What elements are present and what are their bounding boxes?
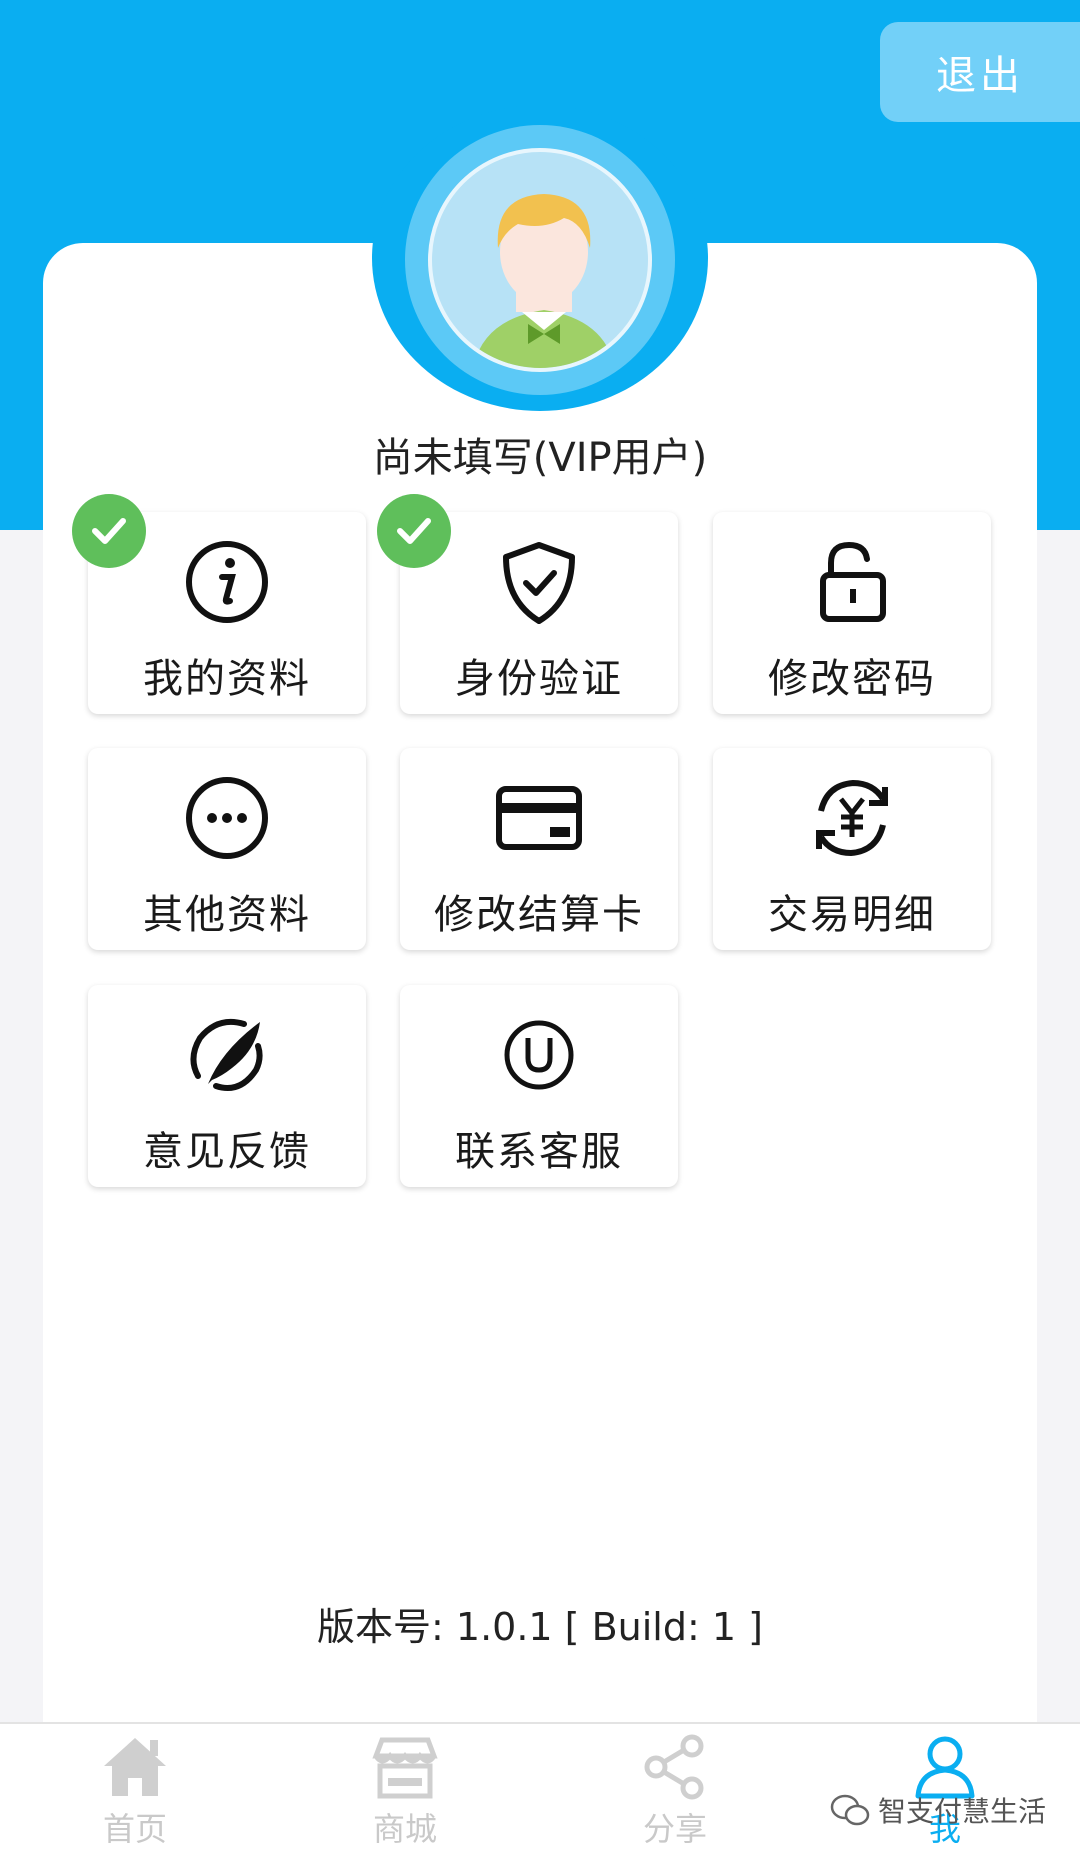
menu-label: 交易明细 (768, 892, 936, 938)
menu-tile-change-card[interactable]: 修改结算卡 (400, 748, 678, 950)
version-text: 版本号: 1.0.1 [ Build: 1 ] (317, 1605, 763, 1649)
menu-label: 联系客服 (455, 1129, 623, 1175)
shield-check-icon (503, 542, 575, 624)
avatar[interactable] (428, 148, 652, 372)
watermark-text: 智支付慧生活 (877, 1795, 1046, 1828)
logout-button[interactable]: 退出 (880, 22, 1080, 122)
menu-tile-customer-service[interactable]: 联系客服 (400, 985, 678, 1187)
card-icon (496, 786, 582, 850)
avatar-illustration-icon (473, 194, 615, 368)
tab-label: 分享 (642, 1810, 707, 1848)
menu-tile-change-password[interactable]: 修改密码 (713, 512, 991, 714)
menu-tile-other-info[interactable]: 其他资料 (88, 748, 366, 950)
menu-tile-transactions[interactable]: 交易明细 (713, 748, 991, 950)
verified-check-icon (377, 494, 451, 568)
home-icon (104, 1738, 166, 1796)
info-icon (186, 541, 268, 623)
menu-label: 修改结算卡 (434, 892, 644, 938)
menu-label: 意见反馈 (143, 1129, 311, 1175)
tab-home[interactable]: 首页 (0, 1724, 270, 1857)
avatar-container (372, 105, 708, 411)
wechat-icon (830, 1794, 870, 1826)
menu-label: 其他资料 (143, 892, 311, 938)
tab-label: 商城 (372, 1810, 437, 1848)
support-icon (504, 1020, 574, 1090)
store-icon (372, 1737, 438, 1799)
menu-label: 修改密码 (768, 656, 936, 702)
tab-store[interactable]: 商城 (270, 1724, 540, 1857)
unlock-icon (820, 541, 886, 622)
menu-label: 身份验证 (455, 656, 623, 702)
verified-check-icon (72, 494, 146, 568)
menu-tile-feedback[interactable]: 意见反馈 (88, 985, 366, 1187)
watermark: 智支付慧生活 (830, 1790, 1046, 1830)
tab-label: 首页 (102, 1810, 167, 1848)
username: 尚未填写(VIP用户) (372, 435, 708, 481)
share-icon (644, 1734, 704, 1800)
more-dots-icon (186, 777, 268, 859)
tab-share[interactable]: 分享 (540, 1724, 810, 1857)
yuan-exchange-icon (816, 779, 888, 857)
feather-icon (190, 1018, 263, 1091)
menu-label: 我的资料 (143, 656, 311, 702)
